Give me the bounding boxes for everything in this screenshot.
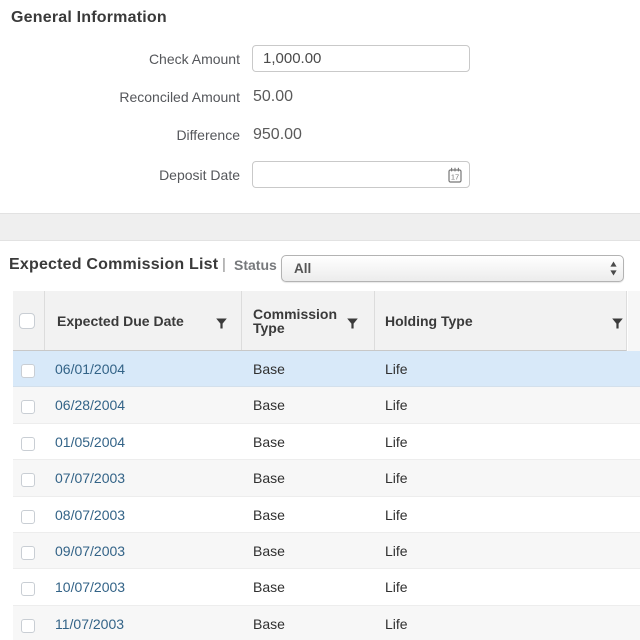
svg-text:17: 17 bbox=[450, 173, 458, 182]
